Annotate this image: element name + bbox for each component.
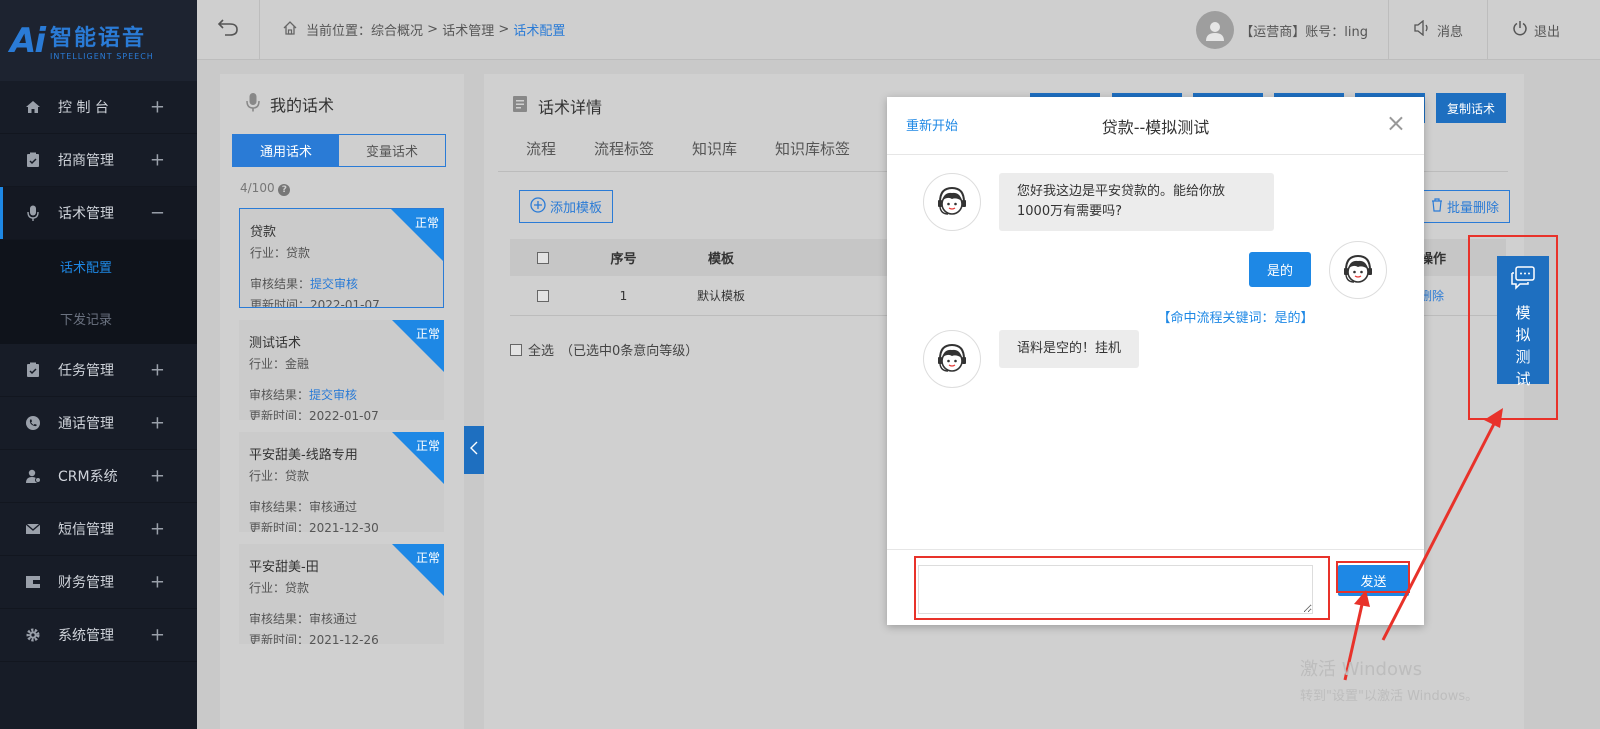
annotation-arrows [1343,408,1503,681]
app-root: Ai 智能语音 INTELLIGENT SPEECH 控 制 台 + 招商管理 … [0,0,1600,729]
watermark-line: 转到"设置"以激活 Windows。 [1300,689,1479,704]
windows-watermark: 激活 Windows 转到"设置"以激活 Windows。 [1300,655,1478,704]
watermark-line: 激活 Windows [1300,659,1423,680]
